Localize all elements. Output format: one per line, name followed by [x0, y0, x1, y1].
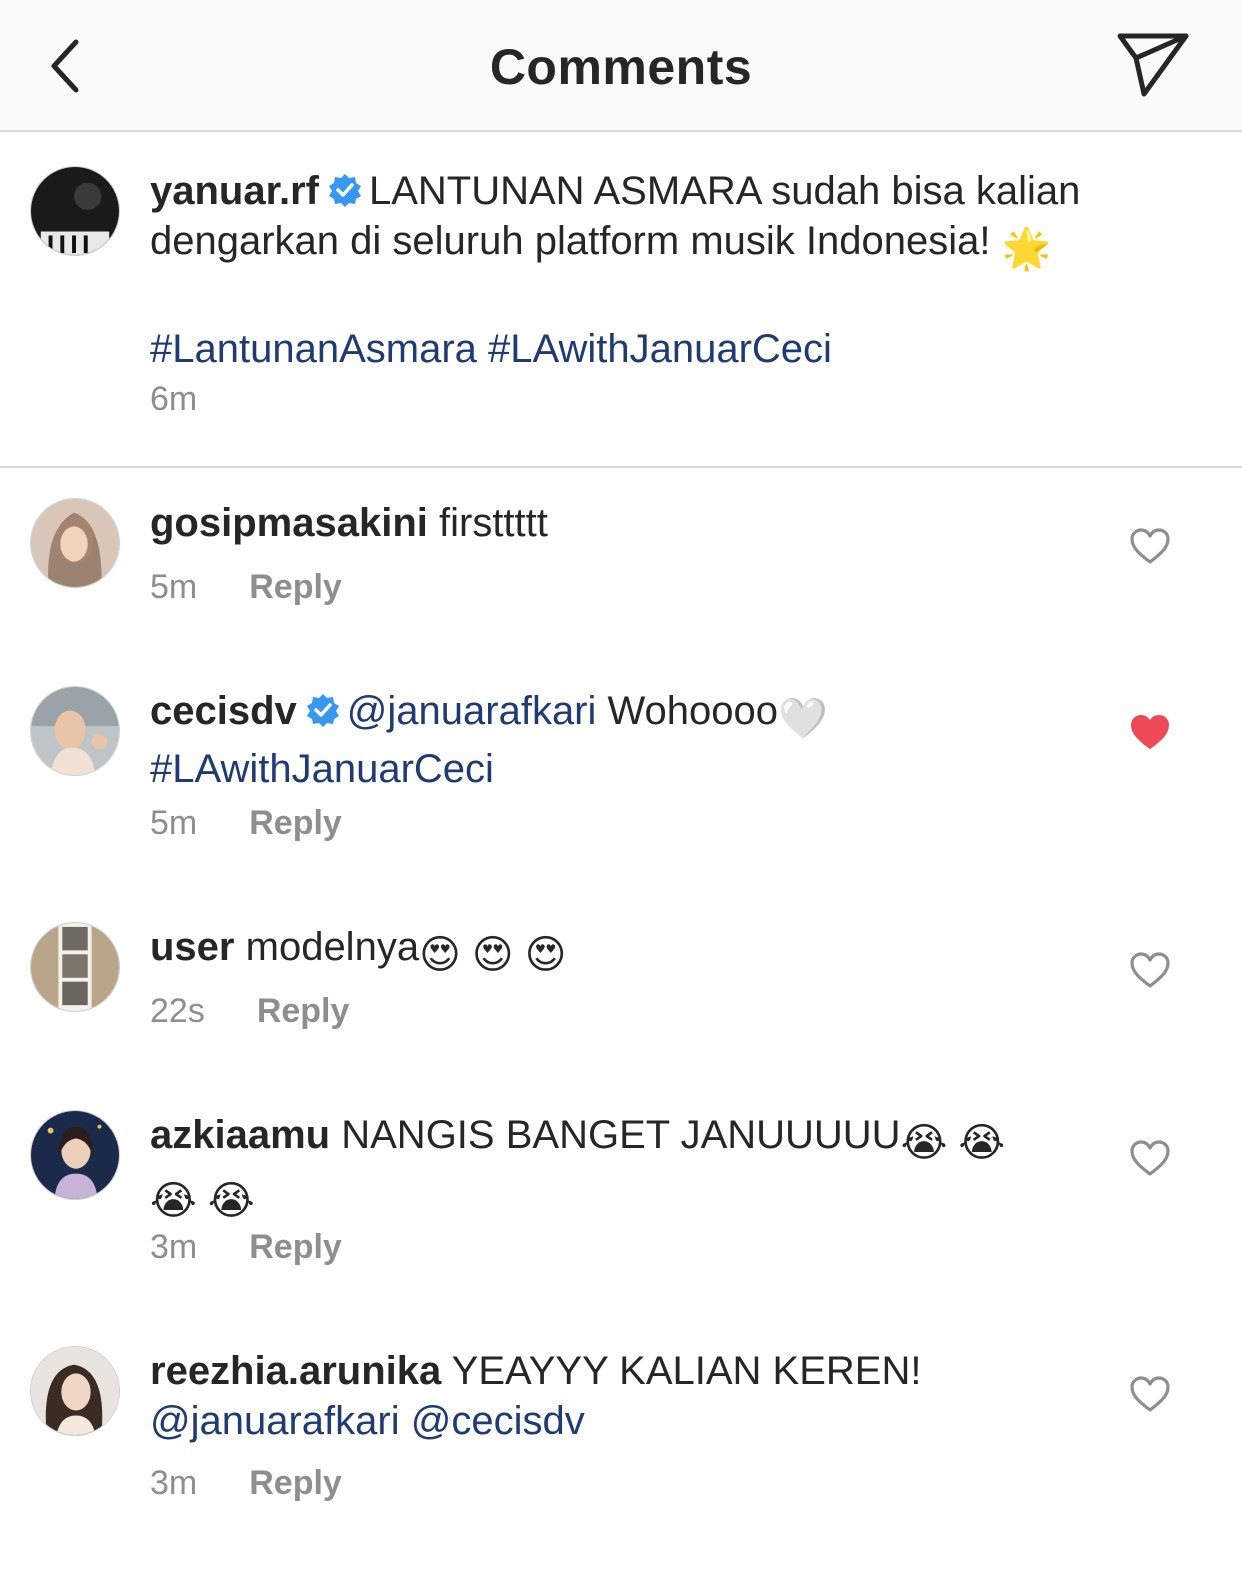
caption-username[interactable]: yanuar.rf [150, 169, 319, 213]
caption-meta: 6m [150, 380, 249, 419]
comment-meta: 22s Reply [150, 992, 349, 1031]
comment-username[interactable]: azkiaamu [150, 1113, 330, 1157]
comment-body: Wohoooo [607, 689, 779, 733]
crying-emoji-icon: 😭 😭 [900, 1121, 1006, 1165]
comment-body: NANGIS BANGET JANUUUUU [341, 1113, 901, 1157]
heart-filled-icon[interactable] [1128, 712, 1172, 752]
avatar[interactable] [30, 922, 120, 1012]
caption-text: yanuar.rf LANTUNAN ASMARA sudah bisa kal… [150, 166, 1140, 374]
comment-username[interactable]: user [150, 925, 235, 969]
verified-badge-icon [328, 174, 361, 207]
comment-hashtag[interactable]: #LAwithJanuarCeci [150, 747, 494, 791]
comment-text: reezhia.arunika YEAYYY KALIAN KEREN! @ja… [150, 1346, 1140, 1446]
heart-outline-icon[interactable] [1128, 950, 1172, 990]
paper-plane-icon [1117, 33, 1189, 97]
comment-timestamp: 3m [150, 1464, 198, 1502]
comment-body: YEAYYY KALIAN KEREN! [451, 1349, 922, 1393]
comment-mention[interactable]: @januarafkari [347, 689, 597, 733]
comment-timestamp: 3m [150, 1228, 198, 1266]
share-button[interactable] [1114, 30, 1194, 102]
reply-button[interactable]: Reply [249, 568, 342, 606]
comment-meta: 5m Reply [150, 804, 342, 843]
comment-meta: 3m Reply [150, 1228, 342, 1267]
heart-outline-icon[interactable] [1128, 1374, 1172, 1414]
comment-text: cecisdv @januarafkari Wohoooo🤍 #LAwithJa… [150, 686, 1140, 794]
caption-hashtags[interactable]: #LantunanAsmara #LAwithJanuarCeci [150, 327, 832, 371]
comment-timestamp: 5m [150, 568, 198, 606]
white-heart-emoji-icon: 🤍 [778, 697, 828, 741]
reply-button[interactable]: Reply [249, 804, 342, 842]
comment-username[interactable]: cecisdv [150, 689, 297, 733]
comment-meta: 5m Reply [150, 568, 342, 607]
reply-button[interactable]: Reply [249, 1464, 342, 1502]
header-bar: Comments [0, 0, 1242, 132]
star-emoji-icon: 🌟 [1001, 227, 1052, 271]
post-caption: yanuar.rf LANTUNAN ASMARA sudah bisa kal… [0, 134, 1242, 468]
avatar[interactable] [30, 1110, 120, 1200]
comment-username[interactable]: gosipmasakini [150, 501, 428, 545]
comment-mentions[interactable]: @januarafkari @cecisdv [150, 1399, 585, 1443]
heart-outline-icon[interactable] [1128, 1138, 1172, 1178]
avatar[interactable] [30, 166, 120, 256]
comment-meta: 3m Reply [150, 1464, 342, 1503]
heart-eyes-emoji-icon: 😍 😍 😍 [419, 933, 567, 977]
reply-button[interactable]: Reply [257, 992, 350, 1030]
comment-timestamp: 5m [150, 804, 198, 842]
comment-text: user modelnya😍 😍 😍 [150, 922, 1140, 980]
comment-text: azkiaamu NANGIS BANGET JANUUUUU😭 😭 😭 😭 [150, 1110, 1140, 1226]
avatar[interactable] [30, 686, 120, 776]
heart-outline-icon[interactable] [1128, 526, 1172, 566]
reply-button[interactable]: Reply [249, 1228, 342, 1266]
caption-timestamp: 6m [150, 380, 198, 418]
comment-body: firsttttt [439, 501, 548, 545]
comment-username[interactable]: reezhia.arunika [150, 1349, 441, 1393]
crying-emoji-icon: 😭 😭 [150, 1179, 255, 1223]
comment-body: modelnya [245, 925, 420, 969]
avatar[interactable] [30, 498, 120, 588]
comment-timestamp: 22s [150, 992, 205, 1030]
verified-badge-icon [306, 694, 339, 727]
comment-text: gosipmasakini firsttttt [150, 498, 1140, 548]
page-title: Comments [489, 39, 753, 95]
avatar[interactable] [30, 1346, 120, 1436]
